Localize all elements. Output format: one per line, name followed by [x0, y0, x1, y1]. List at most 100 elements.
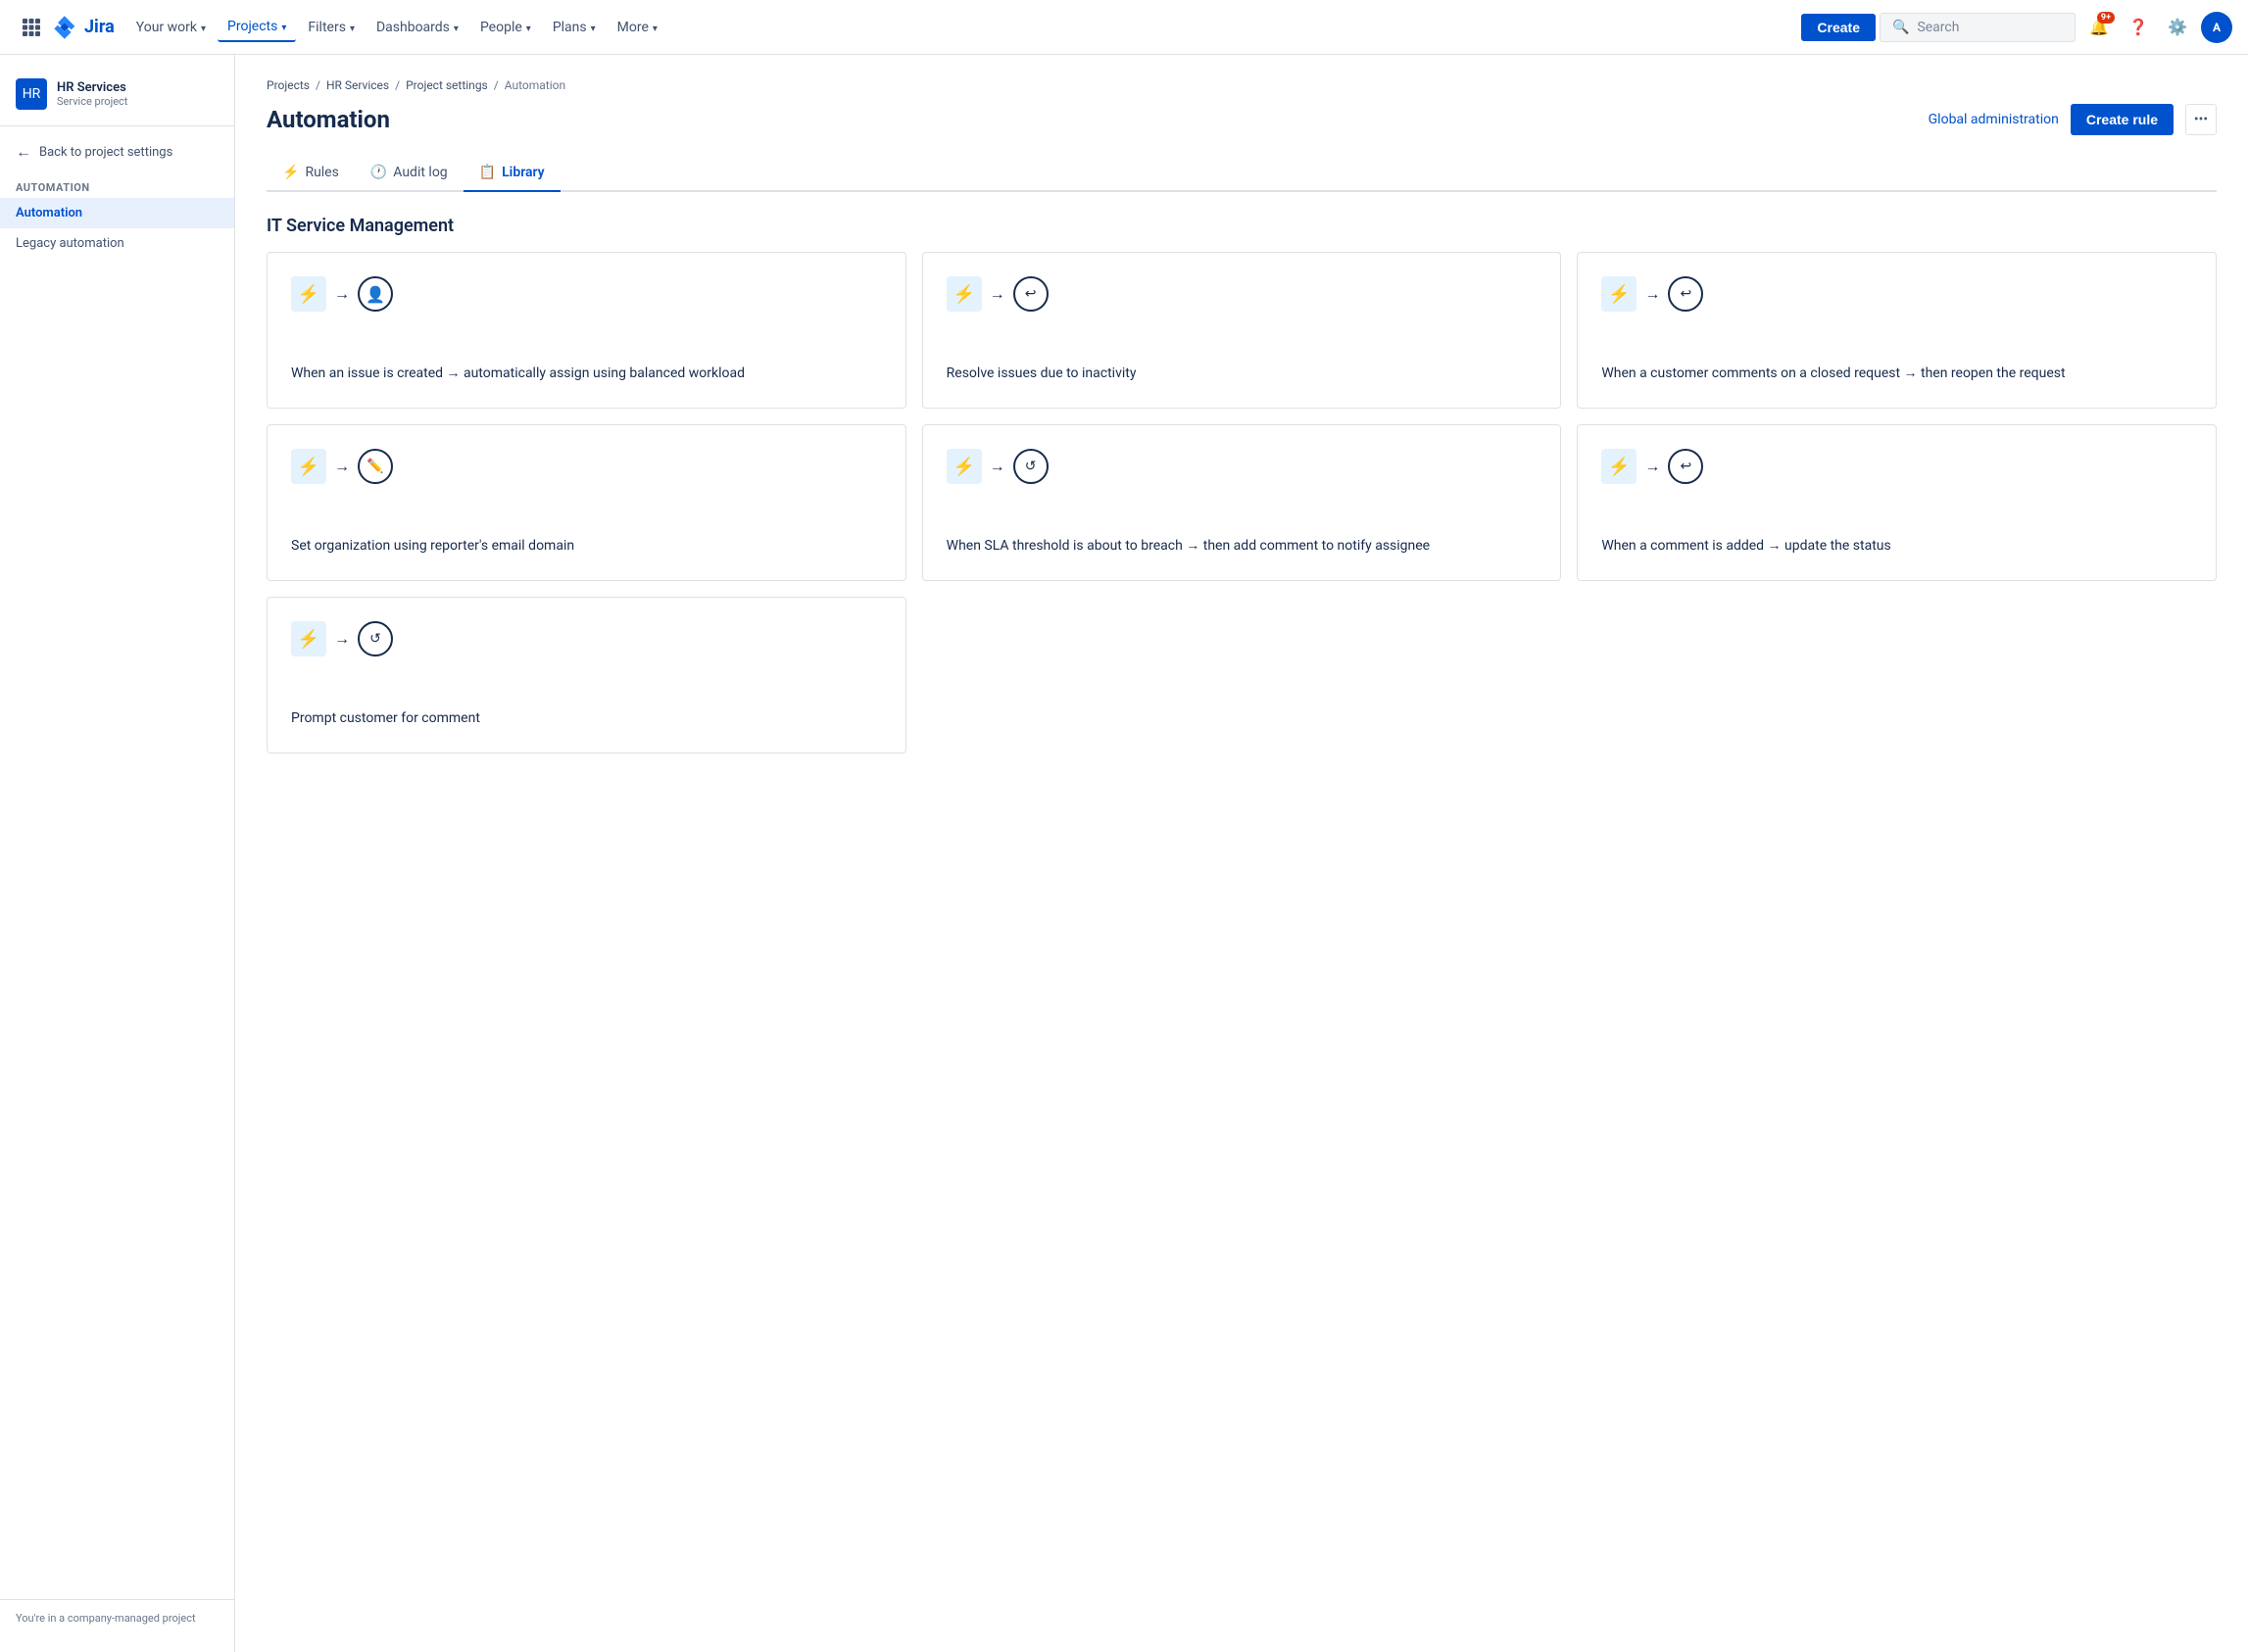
sidebar-item-automation[interactable]: Automation — [0, 198, 234, 228]
card-assign-workload[interactable]: ⚡ → 👤 When an issue is created → automat… — [267, 252, 906, 409]
user-avatar[interactable]: A — [2201, 12, 2232, 43]
create-button[interactable]: Create — [1801, 14, 1876, 41]
search-placeholder: Search — [1917, 20, 1959, 35]
sidebar-section-label: AUTOMATION — [0, 170, 234, 198]
arrow-icon: → — [334, 457, 350, 476]
card-text: When an issue is created → automatically… — [291, 364, 882, 384]
lightning-icon: ⚡ — [1608, 284, 1630, 305]
card-text: Prompt customer for comment — [291, 708, 882, 729]
global-administration-link[interactable]: Global administration — [1929, 112, 2059, 127]
top-navigation: Jira Your work Projects Filters Dashboar… — [0, 0, 2248, 55]
lightning-icon: ⚡ — [298, 629, 319, 650]
card-icons: ⚡ → ↩ — [1601, 449, 2192, 484]
nav-more[interactable]: More — [608, 14, 667, 41]
card-set-organization[interactable]: ⚡ → ✏️ Set organization using reporter's… — [267, 424, 906, 581]
breadcrumb-hr-services[interactable]: HR Services — [326, 78, 389, 92]
arrow-icon: → — [1644, 457, 1660, 476]
sidebar-project-header: HR HR Services Service project — [0, 71, 234, 126]
topnav-right: 🔍 Search 🔔 9+ ❓ ⚙️ A — [1880, 12, 2232, 43]
breadcrumb: Projects / HR Services / Project setting… — [267, 78, 2217, 92]
lightning-icon: ⚡ — [298, 284, 319, 305]
body-layout: HR HR Services Service project ← Back to… — [0, 55, 2248, 1652]
project-name: HR Services — [57, 80, 127, 95]
bolt-icon: ⚡ — [291, 621, 326, 656]
chevron-down-icon — [454, 20, 459, 35]
main-nav: Your work Projects Filters Dashboards Pe… — [126, 13, 1798, 42]
nav-plans[interactable]: Plans — [543, 14, 606, 41]
lightning-icon: ⚡ — [298, 457, 319, 477]
tab-library[interactable]: 📋 Library — [464, 155, 561, 192]
section-title: IT Service Management — [267, 216, 2217, 236]
project-type: Service project — [57, 95, 127, 108]
arrow-icon: → — [990, 284, 1005, 304]
search-icon: 🔍 — [1892, 20, 1909, 35]
lightning-icon: ⚡ — [953, 457, 974, 477]
card-text: Set organization using reporter's email … — [291, 536, 882, 557]
create-rule-button[interactable]: Create rule — [2071, 104, 2174, 135]
more-options-button[interactable]: ••• — [2185, 104, 2217, 135]
arrow-icon: → — [990, 457, 1005, 476]
action-icon-resolve: ↩ — [1013, 276, 1049, 312]
jira-logo[interactable]: Jira — [51, 14, 115, 41]
tab-rules[interactable]: ⚡ Rules — [267, 155, 355, 192]
card-comment-status[interactable]: ⚡ → ↩ When a comment is added → update t… — [1577, 424, 2217, 581]
arrow-icon: → — [334, 284, 350, 304]
card-icons: ⚡ → 👤 — [291, 276, 882, 312]
sidebar-item-legacy-automation[interactable]: Legacy automation — [0, 228, 234, 259]
tab-rules-label: Rules — [305, 165, 338, 180]
chevron-down-icon — [591, 20, 596, 35]
logo-text: Jira — [84, 17, 115, 37]
notifications-button[interactable]: 🔔 9+ — [2083, 12, 2115, 43]
sidebar: HR HR Services Service project ← Back to… — [0, 55, 235, 1652]
card-text: Resolve issues due to inactivity — [947, 364, 1538, 384]
nav-projects[interactable]: Projects — [218, 13, 296, 42]
lightning-icon: ⚡ — [953, 284, 974, 305]
nav-people[interactable]: People — [470, 14, 541, 41]
card-icons: ⚡ → ✏️ — [291, 449, 882, 484]
card-resolve-inactivity[interactable]: ⚡ → ↩ Resolve issues due to inactivity — [922, 252, 1562, 409]
library-icon: 📋 — [479, 165, 496, 180]
card-text: When a customer comments on a closed req… — [1601, 364, 2192, 384]
help-button[interactable]: ❓ — [2123, 12, 2154, 43]
apps-switcher[interactable] — [16, 12, 47, 43]
tab-audit-label: Audit log — [393, 165, 447, 180]
chevron-down-icon — [201, 20, 206, 35]
bolt-icon: ⚡ — [947, 449, 982, 484]
chevron-down-icon — [281, 19, 286, 34]
card-reopen-request[interactable]: ⚡ → ↩ When a customer comments on a clos… — [1577, 252, 2217, 409]
bolt-icon: ⚡ — [1601, 449, 1637, 484]
action-icon-edit: ✏️ — [358, 449, 393, 484]
card-prompt-comment[interactable]: ⚡ → ↺ Prompt customer for comment — [267, 597, 906, 753]
action-icon-reopen: ↩ — [1668, 276, 1703, 312]
breadcrumb-projects[interactable]: Projects — [267, 78, 310, 92]
action-icon-refresh: ↺ — [1013, 449, 1049, 484]
tab-audit-log[interactable]: 🕐 Audit log — [355, 155, 464, 192]
chevron-down-icon — [526, 20, 531, 35]
main-content: Projects / HR Services / Project setting… — [235, 55, 2248, 1652]
nav-your-work[interactable]: Your work — [126, 14, 216, 41]
settings-button[interactable]: ⚙️ — [2162, 12, 2193, 43]
nav-filters[interactable]: Filters — [298, 14, 365, 41]
action-icon-prompt: ↺ — [358, 621, 393, 656]
page-header: Automation Global administration Create … — [267, 104, 2217, 135]
card-text: When a comment is added → update the sta… — [1601, 536, 2192, 557]
ellipsis-icon: ••• — [2194, 112, 2208, 127]
back-to-settings[interactable]: ← Back to project settings — [0, 134, 234, 170]
breadcrumb-project-settings[interactable]: Project settings — [406, 78, 488, 92]
action-icon-status: ↩ — [1668, 449, 1703, 484]
project-icon: HR — [16, 78, 47, 110]
card-sla-breach[interactable]: ⚡ → ↺ When SLA threshold is about to bre… — [922, 424, 1562, 581]
chevron-down-icon — [350, 20, 355, 35]
page-header-right: Global administration Create rule ••• — [1929, 104, 2217, 135]
bolt-icon: ⚡ — [291, 276, 326, 312]
notification-badge: 9+ — [2097, 12, 2115, 24]
card-text: When SLA threshold is about to breach → … — [947, 536, 1538, 557]
nav-dashboards[interactable]: Dashboards — [367, 14, 468, 41]
sidebar-footer: You're in a company-managed project — [0, 1599, 234, 1636]
search-box[interactable]: 🔍 Search — [1880, 13, 2076, 42]
arrow-icon: → — [334, 629, 350, 649]
tabs: ⚡ Rules 🕐 Audit log 📋 Library — [267, 155, 2217, 192]
cards-grid: ⚡ → 👤 When an issue is created → automat… — [267, 252, 2217, 753]
bolt-icon: ⚡ — [1601, 276, 1637, 312]
breadcrumb-current: Automation — [505, 78, 565, 92]
